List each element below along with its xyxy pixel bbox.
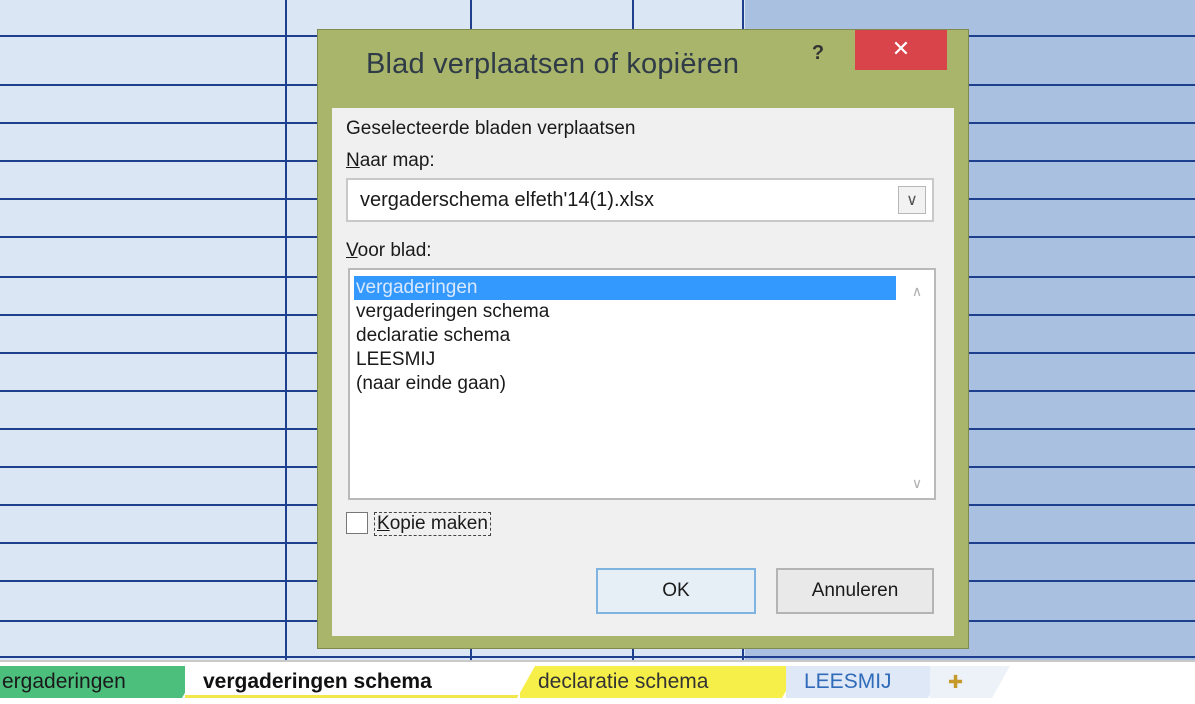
sheet-tab-declaratie-schema[interactable]: declaratie schema xyxy=(520,666,800,698)
column-line xyxy=(285,0,287,660)
to-book-value: vergaderschema elfeth'14(1).xlsx xyxy=(360,189,654,211)
to-book-accel: N xyxy=(346,150,360,171)
before-sheet-label: Voor blad: xyxy=(346,240,432,262)
create-copy-label-text: opie maken xyxy=(389,513,488,534)
scroll-down-icon[interactable]: ∨ xyxy=(906,472,928,494)
close-button[interactable]: ✕ xyxy=(855,30,947,70)
create-copy-label[interactable]: Kopie maken xyxy=(374,512,491,536)
row-line xyxy=(0,656,1195,658)
chevron-down-icon[interactable]: ∨ xyxy=(898,186,926,214)
sheet-tab-leesmij[interactable]: LEESMIJ xyxy=(786,666,946,698)
list-item-leesmij[interactable]: LEESMIJ xyxy=(354,348,896,372)
move-copy-sheet-dialog: Blad verplaatsen of kopiëren ? ✕ Geselec… xyxy=(318,30,968,648)
before-sheet-list[interactable]: vergaderingen vergaderingen schema decla… xyxy=(348,268,936,500)
sheet-tab-vergaderingen[interactable]: ergaderingen xyxy=(0,666,200,698)
list-item-declaratie-schema[interactable]: declaratie schema xyxy=(354,324,896,348)
list-item-move-to-end[interactable]: (naar einde gaan) xyxy=(354,372,896,396)
create-copy-checkbox[interactable] xyxy=(346,512,368,534)
selected-sheets-label: Geselecteerde bladen verplaatsen xyxy=(346,118,636,139)
list-item-vergaderingen-schema[interactable]: vergaderingen schema xyxy=(354,300,896,324)
help-button[interactable]: ? xyxy=(806,42,830,66)
sheet-tab-vergaderingen-schema[interactable]: vergaderingen schema xyxy=(185,666,535,698)
to-book-label: Naar map: xyxy=(346,150,435,172)
to-book-label-text: aar map: xyxy=(359,150,435,171)
cancel-button[interactable]: Annuleren xyxy=(776,568,934,614)
new-sheet-icon[interactable]: ✚ xyxy=(930,666,1010,698)
dialog-title-bar[interactable]: Blad verplaatsen of kopiëren ? ✕ xyxy=(318,30,968,108)
create-copy-accel: K xyxy=(377,513,390,534)
scroll-up-icon[interactable]: ∧ xyxy=(906,280,928,302)
list-item-vergaderingen[interactable]: vergaderingen xyxy=(354,276,896,300)
ok-button[interactable]: OK xyxy=(596,568,756,614)
to-book-dropdown[interactable]: vergaderschema elfeth'14(1).xlsx ∨ xyxy=(346,178,934,222)
dialog-body: Geselecteerde bladen verplaatsen Naar ma… xyxy=(332,108,954,636)
sheet-tab-bar: ergaderingen declaratie schema LEESMIJ ✚… xyxy=(0,660,1195,704)
before-sheet-accel: V xyxy=(346,240,358,261)
dialog-title: Blad verplaatsen of kopiëren xyxy=(366,48,740,80)
before-sheet-label-text: oor blad: xyxy=(357,240,432,261)
